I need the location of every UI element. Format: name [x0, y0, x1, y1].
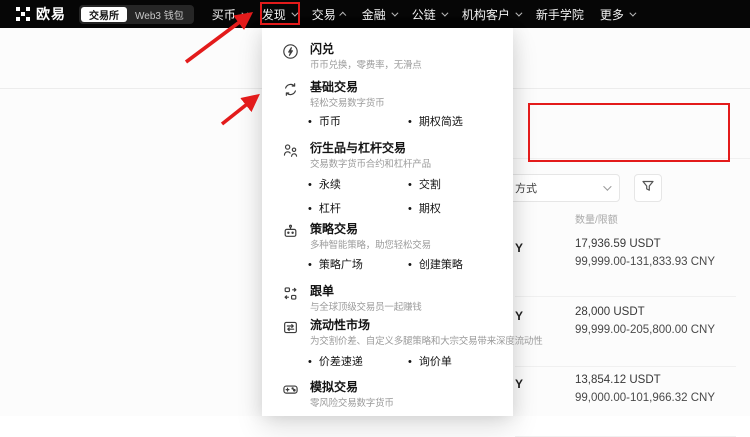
- strategy-icon: [282, 223, 299, 240]
- menu-link-perpetual[interactable]: 永续: [308, 176, 341, 192]
- menu-item-flash-swap[interactable]: 闪兑 币币兑换，零费率，无滑点: [282, 42, 422, 71]
- menu-title: 闪兑: [310, 42, 422, 56]
- menu-title: 基础交易: [310, 80, 384, 94]
- top-navbar: 欧易 交易所 Web3 钱包 买币 发现 交易 金融 公链 机构客户: [0, 0, 750, 28]
- okx-logo-icon: [16, 7, 30, 21]
- row-limit: 99,000.00-101,966.32 CNY: [575, 392, 715, 404]
- nav-item-chains[interactable]: 公链: [409, 6, 449, 23]
- menu-item-liquidity-marketplace[interactable]: 流动性市场 为交割价差、自定义多腿策略和大宗交易带来深度流动性: [282, 318, 543, 347]
- chevron-up-icon: [339, 11, 346, 18]
- menu-links-row: 杠杆 期权: [262, 200, 513, 214]
- menu-links-row: 价差速递 询价单: [262, 353, 513, 367]
- menu-links-row: 币币 期权简选: [262, 113, 513, 127]
- menu-link-rfq[interactable]: 询价单: [408, 353, 452, 369]
- menu-subtitle: 多种智能策略，助您轻松交易: [310, 240, 431, 251]
- chevron-down-icon: [291, 9, 298, 16]
- divider: [515, 366, 736, 367]
- chevron-down-icon: [241, 9, 248, 16]
- menu-item-demo-trading[interactable]: 模拟交易 零风险交易数字货币: [282, 380, 394, 409]
- menu-item-copy-trading[interactable]: 跟单 与全球顶级交易员一起赚钱: [282, 284, 422, 313]
- menu-title: 衍生品与杠杆交易: [310, 141, 431, 155]
- toggle-web3-wallet[interactable]: Web3 钱包: [127, 7, 192, 22]
- menu-subtitle: 零风险交易数字货币: [310, 398, 394, 409]
- row-limit: 99,999.00-205,800.00 CNY: [575, 324, 715, 336]
- nav-item-label: 买币: [212, 6, 236, 23]
- divider: [515, 296, 736, 297]
- nav-item-label: 公链: [412, 6, 436, 23]
- copy-trade-icon: [282, 285, 299, 302]
- menu-title: 策略交易: [310, 222, 431, 236]
- demo-trade-icon: [282, 381, 299, 398]
- chevron-down-icon: [391, 9, 398, 16]
- product-toggle: 交易所 Web3 钱包: [79, 5, 194, 24]
- menu-link-create-strategy[interactable]: 创建策略: [408, 256, 463, 272]
- table-row[interactable]: Y 28,000 USDT 99,999.00-205,800.00 CNY: [515, 306, 743, 354]
- menu-item-strategy-trade[interactable]: 策略交易 多种智能策略，助您轻松交易: [282, 222, 431, 251]
- chevron-down-icon: [603, 182, 611, 190]
- menu-links-row: 永续 交割: [262, 176, 513, 190]
- menu-subtitle: 交易数字货币合约和杠杆产品: [310, 159, 431, 170]
- filter-button[interactable]: [634, 174, 662, 202]
- okx-logo[interactable]: 欧易: [16, 4, 66, 24]
- menu-link-spot[interactable]: 币币: [308, 113, 341, 129]
- flash-swap-icon: [282, 43, 299, 60]
- row-amount: 28,000 USDT: [575, 306, 645, 318]
- menu-link-strategy-square[interactable]: 策略广场: [308, 256, 363, 272]
- menu-item-basic-trade[interactable]: 基础交易 轻松交易数字货币: [282, 80, 384, 109]
- row-limit: 99,999.00-131,833.93 CNY: [575, 256, 715, 268]
- nav-item-discover[interactable]: 发现: [259, 6, 299, 23]
- menu-title: 模拟交易: [310, 380, 394, 394]
- payment-method-select[interactable]: 方式: [504, 174, 620, 202]
- toggle-exchange[interactable]: 交易所: [81, 7, 127, 22]
- menu-subtitle: 币币兑换，零费率，无滑点: [310, 60, 422, 71]
- nav-item-trade[interactable]: 交易: [309, 6, 349, 23]
- nav-item-academy[interactable]: 新手学院: [533, 6, 587, 23]
- menu-title: 跟单: [310, 284, 422, 298]
- nav-item-finance[interactable]: 金融: [359, 6, 399, 23]
- menu-link-margin[interactable]: 杠杆: [308, 200, 341, 216]
- chevron-down-icon: [515, 9, 522, 16]
- brand-name: 欧易: [36, 4, 66, 24]
- menu-subtitle: 轻松交易数字货币: [310, 98, 384, 109]
- nav-item-label: 更多: [600, 6, 624, 23]
- row-edge-text: Y: [515, 241, 523, 255]
- nav-item-more[interactable]: 更多: [597, 6, 637, 23]
- basic-trade-icon: [282, 81, 299, 98]
- nav-item-label: 机构客户: [462, 6, 510, 23]
- derivatives-icon: [282, 142, 299, 159]
- liquidity-icon: [282, 319, 299, 336]
- table-row[interactable]: Y 13,854.12 USDT 99,000.00-101,966.32 CN…: [515, 374, 743, 422]
- menu-link-spread-express[interactable]: 价差速递: [308, 353, 363, 369]
- trade-dropdown-menu: 闪兑 币币兑换，零费率，无滑点 基础交易 轻松交易数字货币 币币 期权简选: [262, 28, 513, 416]
- menu-item-derivatives[interactable]: 衍生品与杠杆交易 交易数字货币合约和杠杆产品: [282, 141, 431, 170]
- row-amount: 17,936.59 USDT: [575, 238, 661, 250]
- row-edge-text: Y: [515, 377, 523, 391]
- nav-item-label: 发现: [262, 6, 286, 23]
- main-nav: 买币 发现 交易 金融 公链 机构客户 新手学院 更多: [209, 6, 637, 23]
- divider: [513, 158, 750, 159]
- nav-item-label: 交易: [312, 6, 336, 23]
- menu-subtitle: 与全球顶级交易员一起赚钱: [310, 302, 422, 313]
- column-header-amount-limit: 数量/限额: [575, 211, 618, 226]
- chevron-down-icon: [629, 9, 636, 16]
- nav-item-label: 金融: [362, 6, 386, 23]
- menu-link-easy-options[interactable]: 期权简选: [408, 113, 463, 129]
- menu-subtitle: 为交割价差、自定义多腿策略和大宗交易带来深度流动性: [310, 336, 543, 347]
- funnel-icon: [641, 179, 655, 198]
- row-amount: 13,854.12 USDT: [575, 374, 661, 386]
- select-value: 方式: [515, 180, 537, 196]
- menu-links-row: 策略广场 创建策略: [262, 256, 513, 270]
- nav-item-institutions[interactable]: 机构客户: [459, 6, 523, 23]
- menu-title: 流动性市场: [310, 318, 543, 332]
- chevron-down-icon: [441, 9, 448, 16]
- nav-item-label: 新手学院: [536, 6, 584, 23]
- menu-link-futures[interactable]: 交割: [408, 176, 441, 192]
- menu-link-options[interactable]: 期权: [408, 200, 441, 216]
- nav-item-buy-crypto[interactable]: 买币: [209, 6, 249, 23]
- table-row[interactable]: Y 17,936.59 USDT 99,999.00-131,833.93 CN…: [515, 238, 743, 286]
